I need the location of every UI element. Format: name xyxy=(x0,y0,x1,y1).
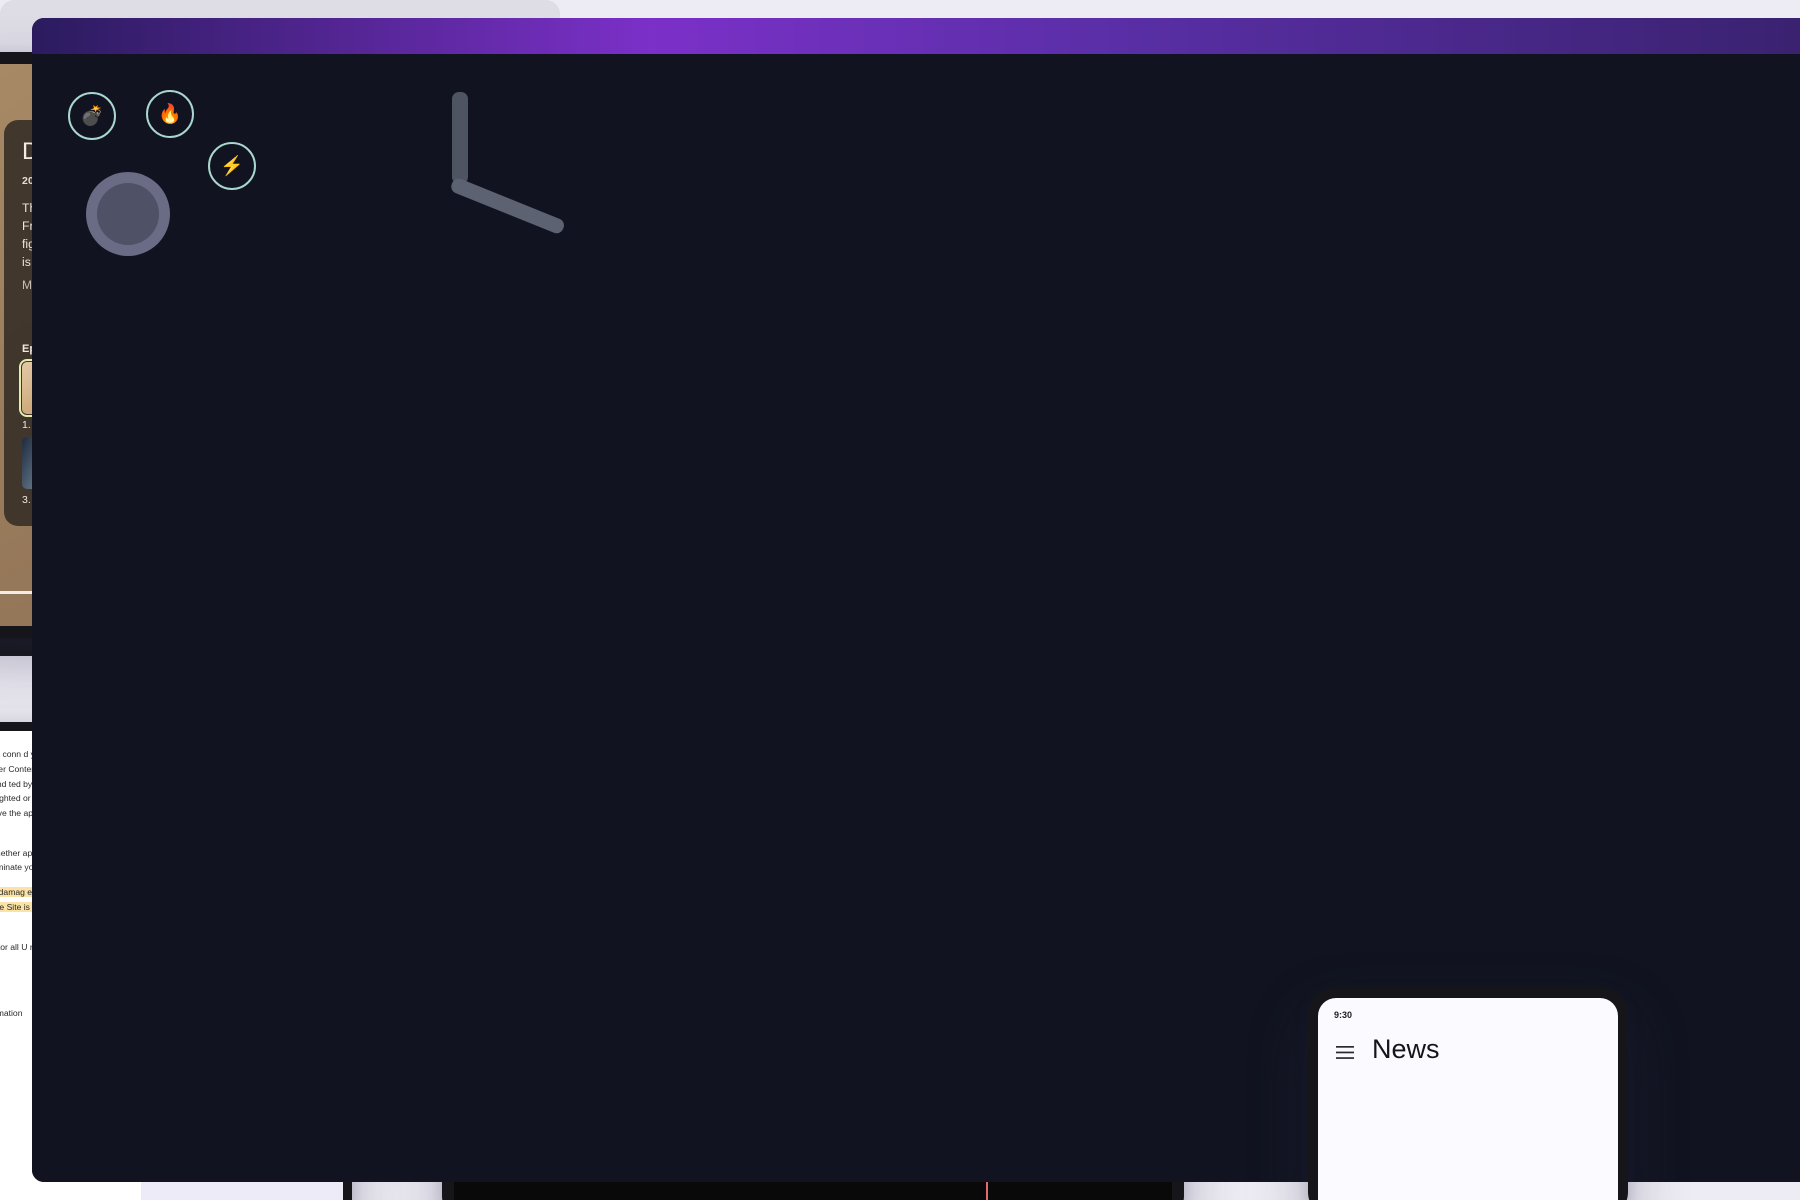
hamburger-menu-icon[interactable] xyxy=(1336,1046,1354,1062)
showcase-canvas: Decode 2022 • Sci-Fi/Adventure • 3 Seaso… xyxy=(0,0,1800,1200)
lightning-icon[interactable]: ⚡ xyxy=(208,142,256,190)
news-device: 9:30 News xyxy=(1308,988,1628,1200)
game-prop xyxy=(449,176,567,236)
bomb-icon[interactable]: 💣 xyxy=(68,92,116,140)
status-time: 9:30 xyxy=(1334,1010,1353,1020)
joystick-icon[interactable] xyxy=(86,172,170,256)
flame-icon[interactable]: 🔥 xyxy=(146,90,194,138)
page-title: News xyxy=(1372,1034,1440,1064)
game-skyline xyxy=(32,18,1800,54)
game-prop xyxy=(452,92,468,184)
news-screen: 9:30 News xyxy=(1318,998,1618,1200)
game-laptop-device: 💣 🔥 ⚡ xyxy=(0,0,1800,1182)
